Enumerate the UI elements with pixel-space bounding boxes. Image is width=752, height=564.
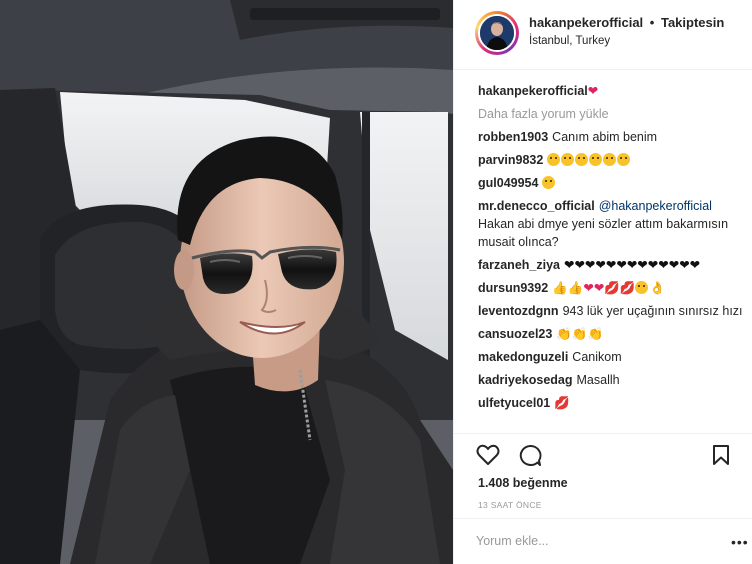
comment-username[interactable]: ulfetyucel01 <box>478 396 550 410</box>
kiss-emoji-icon <box>603 153 617 166</box>
comment-username[interactable]: leventozdgnn <box>478 304 559 318</box>
comment-mention[interactable]: @hakanpekerofficial <box>599 199 712 213</box>
comment-item: parvin9832 <box>478 151 746 169</box>
kiss-emoji-icon <box>547 153 561 166</box>
comment-text: ❤❤❤❤❤❤❤❤❤❤❤❤❤ <box>563 258 701 272</box>
selfie-in-car-image <box>0 0 453 564</box>
comment-username[interactable]: parvin9832 <box>478 153 543 167</box>
comment-item: dursun9392 👍👍❤❤💋💋 👌 <box>478 279 746 297</box>
comment-username[interactable]: robben1903 <box>478 130 548 144</box>
story-ring[interactable] <box>475 11 519 55</box>
likes-count[interactable]: 1.408 beğenme <box>478 476 568 490</box>
location-link[interactable]: İstanbul, Turkey <box>529 35 724 47</box>
caption-username[interactable]: hakanpekerofficial <box>478 84 588 98</box>
kiss-emoji-icon <box>635 281 649 294</box>
comment-text: Hakan abi dmye yeni sözler attım bakarmı… <box>478 217 729 249</box>
clap-icon: 👏 <box>587 327 604 341</box>
caption: hakanpekerofficial❤ <box>478 82 746 100</box>
comment-item: leventozdgnn 943 lük yer uçağının sınırsı… <box>478 302 746 320</box>
kiss-emoji-icon <box>542 176 556 189</box>
comment-text: Canım abim benim <box>552 130 658 144</box>
heart-outline-icon[interactable] <box>476 444 500 469</box>
comment-item: robben1903 Canım abim benim <box>478 128 746 146</box>
bookmark-icon[interactable] <box>711 444 731 469</box>
lips-icon: 💋 <box>619 281 636 295</box>
heart-icon: ❤ <box>593 281 605 295</box>
comment-text: Masallh <box>576 373 620 387</box>
clap-emojis: 👏👏👏 <box>556 327 603 341</box>
header-separator: • <box>649 15 655 30</box>
header-username[interactable]: hakanpekerofficial <box>529 15 643 30</box>
instagram-post: hakanpekerofficial • Takiptesin İstanbul… <box>0 0 752 564</box>
kiss-emoji-icon <box>561 153 575 166</box>
comment-username[interactable]: makedonguzeli <box>478 350 568 364</box>
add-comment-bar: ••• <box>454 518 752 564</box>
comment-item: kadriyekosedag Masallh <box>478 371 746 389</box>
comment-item: ulfetyucel01 💋 <box>478 394 746 412</box>
thumbs-up-icon: 👍 <box>552 281 568 295</box>
ellipsis-icon[interactable]: ••• <box>731 534 749 550</box>
comments-list: hakanpekerofficial❤ Daha fazla yorum yük… <box>478 82 746 417</box>
clap-icon: 👏 <box>556 327 572 341</box>
ok-hand-icon: 👌 <box>649 281 666 295</box>
post-side-panel: hakanpekerofficial • Takiptesin İstanbul… <box>453 0 752 564</box>
comment-item: mr.denecco_official @hakanpekerofficial H… <box>478 197 746 251</box>
comment-text: Canikom <box>572 350 622 364</box>
comment-username[interactable]: mr.denecco_official <box>478 199 595 213</box>
comment-username[interactable]: farzaneh_ziya <box>478 258 560 272</box>
comment-username[interactable]: gul049954 <box>478 176 538 190</box>
thumbs-up-icon: 👍 <box>567 281 584 295</box>
avatar-image <box>480 16 514 50</box>
post-header: hakanpekerofficial • Takiptesin İstanbul… <box>454 0 752 70</box>
header-text: hakanpekerofficial • Takiptesin İstanbul… <box>529 15 724 47</box>
comment-item: cansuozel23 👏👏👏 <box>478 325 746 343</box>
lips-icon: 💋 <box>604 281 620 295</box>
post-photo[interactable] <box>0 0 453 564</box>
post-actions: 1.408 beğenme 13 SAAT ÖNCE ••• <box>454 433 752 564</box>
kiss-emoji-icon <box>617 153 631 166</box>
post-timestamp: 13 SAAT ÖNCE <box>478 500 542 510</box>
load-more-comments-button[interactable]: Daha fazla yorum yükle <box>478 105 746 123</box>
comment-item: makedonguzeli Canikom <box>478 348 746 366</box>
heart-icon: ❤ <box>583 281 594 295</box>
comment-item: gul049954 <box>478 174 746 192</box>
kiss-emoji-icon <box>589 153 603 166</box>
comment-username[interactable]: kadriyekosedag <box>478 373 573 387</box>
caption-emoji: ❤ <box>587 84 599 98</box>
comment-item: farzaneh_ziya ❤❤❤❤❤❤❤❤❤❤❤❤❤ <box>478 256 746 274</box>
kiss-face-emojis <box>547 153 631 167</box>
comment-username[interactable]: dursun9392 <box>478 281 548 295</box>
comment-text: 943 lük yer uçağının sınırsız hızı <box>562 304 743 318</box>
kiss-mark-icon: 💋 <box>554 396 570 410</box>
speech-bubble-icon[interactable] <box>518 444 542 470</box>
comment-username[interactable]: cansuozel23 <box>478 327 552 341</box>
clap-icon: 👏 <box>571 327 588 341</box>
following-button[interactable]: Takiptesin <box>661 15 724 30</box>
mixed-emojis: 👍👍❤❤💋💋 👌 <box>552 281 665 295</box>
add-comment-input[interactable] <box>476 534 706 548</box>
kiss-emoji-icon <box>575 153 589 166</box>
avatar[interactable] <box>478 14 516 52</box>
